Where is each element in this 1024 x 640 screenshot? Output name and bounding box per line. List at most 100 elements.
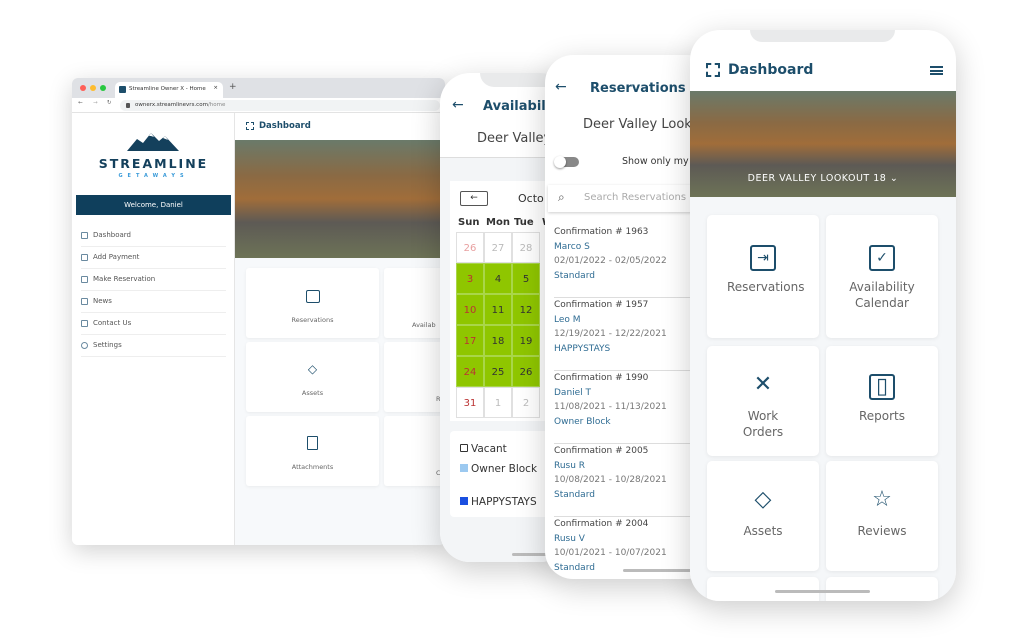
tile-assets[interactable]: ◇ Assets [246, 342, 379, 412]
legend-label: Owner Block [471, 463, 538, 475]
reservation-name: Rusu R [554, 460, 586, 471]
tile-reservations[interactable]: Reservations [246, 268, 379, 338]
reservation-conf: Confirmation # 2005 [554, 446, 649, 456]
tile-label: Availability Calendar [849, 280, 915, 310]
tile-label: Reports [858, 409, 906, 423]
calendar-day[interactable]: 4 [484, 263, 512, 294]
calendar-arrow-icon [305, 290, 320, 303]
close-window-button[interactable] [80, 85, 86, 91]
reservation-type: Standard [554, 562, 595, 573]
tile-label: Reservations [291, 316, 334, 324]
legend-happystays: HAPPYSTAYS [460, 496, 537, 508]
calendar-day[interactable]: 12 [512, 294, 540, 325]
maximize-window-button[interactable] [100, 85, 106, 91]
tile-contact[interactable]: C [384, 416, 445, 486]
nav-label: Dashboard [93, 231, 131, 239]
tile-reports[interactable]: R [384, 342, 445, 412]
calendar-day[interactable]: 26 [456, 232, 484, 263]
diamond-icon: ◇ [754, 487, 772, 512]
reservation-type: Standard [554, 489, 595, 500]
calendar-day[interactable]: 10 [456, 294, 484, 325]
dashboard-phone: Dashboard DEER VALLEY LOOKOUT 18 ⌄ ⇥ Rese… [690, 30, 956, 601]
prev-month-button[interactable]: ← [460, 191, 488, 206]
show-only-mine-toggle[interactable] [554, 156, 579, 168]
reload-icon[interactable]: ↻ [107, 100, 112, 106]
tile-work-orders[interactable]: ✕ Work Orders [707, 346, 819, 456]
tile-reservations[interactable]: ⇥ Reservations [707, 215, 819, 338]
sidebar-item-dashboard[interactable]: Dashboard [81, 225, 226, 247]
lock-icon [126, 103, 130, 108]
tile-attachments[interactable]: Attachments [246, 416, 379, 486]
new-tab-button[interactable]: + [229, 82, 237, 92]
close-tab-icon[interactable]: × [213, 85, 218, 91]
property-name: DEER VALLEY LOOKOUT 18 [747, 173, 887, 184]
sidebar-item-news[interactable]: News [81, 291, 226, 313]
mountain-logo-icon [127, 133, 179, 151]
tile-availability-calendar[interactable]: ✓ Availability Calendar [826, 215, 938, 338]
nav-label: Contact Us [93, 319, 132, 327]
calendar-day[interactable]: 28 [512, 232, 540, 263]
star-icon: ☆ [872, 487, 892, 512]
reservation-conf: Confirmation # 1957 [554, 300, 649, 310]
calendar-check-icon: ✓ [869, 245, 895, 271]
browser-tab[interactable]: Streamline Owner X - Home × [115, 82, 223, 98]
minimize-window-button[interactable] [90, 85, 96, 91]
back-icon[interactable]: ← [78, 100, 83, 106]
nav-label: Add Payment [93, 253, 140, 261]
calendar-day[interactable]: 2 [512, 387, 540, 418]
hamburger-menu-icon[interactable] [930, 66, 943, 75]
reservation-dates: 10/08/2021 - 10/28/2021 [554, 475, 667, 485]
forward-icon[interactable]: → [93, 100, 98, 106]
calendar-day[interactable]: 17 [456, 325, 484, 356]
home-indicator [775, 590, 870, 593]
back-arrow-icon[interactable]: ← [452, 97, 464, 113]
calendar-day[interactable]: 3 [456, 263, 484, 294]
tile-label: Availab [412, 321, 436, 329]
url-input[interactable]: ownerx.streamlinevrs.com/home [120, 100, 440, 111]
tile-assets[interactable]: ◇ Assets [707, 461, 819, 571]
logo-tagline: GETAWAYS [118, 173, 189, 179]
reservation-dates: 11/08/2021 - 11/13/2021 [554, 402, 667, 412]
calendar-day[interactable]: 25 [484, 356, 512, 387]
screen-title: Availabili [483, 99, 551, 114]
property-selector[interactable]: DEER VALLEY LOOKOUT 18 ⌄ [690, 173, 956, 184]
home-indicator [623, 569, 693, 572]
tile-more[interactable] [707, 577, 819, 601]
reservation-list-item[interactable]: Confirmation # 1963 Marco S 02/01/2022 - 0… [554, 225, 694, 298]
tile-reports[interactable]: ▯ Reports [826, 346, 938, 456]
tile-label: Reviews [857, 524, 907, 538]
reservation-list-item[interactable]: Confirmation # 1990 Daniel T 11/08/2021 - … [554, 371, 694, 444]
diamond-icon: ◇ [307, 362, 318, 376]
url-path: /home [207, 102, 226, 108]
calendar-day[interactable]: 31 [456, 387, 484, 418]
calendar-day[interactable]: 27 [484, 232, 512, 263]
sidebar-item-add-payment[interactable]: Add Payment [81, 247, 226, 269]
sidebar-item-make-reservation[interactable]: Make Reservation [81, 269, 226, 291]
property-name: Deer Valley [477, 131, 552, 146]
clipboard-icon: ▯ [869, 374, 895, 400]
sidebar-item-contact-us[interactable]: Contact Us [81, 313, 226, 335]
tile-label: Assets [743, 524, 783, 538]
tile-label: Reservations [727, 280, 805, 294]
tile-availability[interactable]: Availab [384, 268, 445, 338]
back-arrow-icon[interactable]: ← [555, 79, 567, 95]
address-bar: ← → ↻ ownerx.streamlinevrs.com/home [72, 98, 445, 113]
gear-icon [81, 342, 88, 349]
sidebar-item-settings[interactable]: Settings [81, 335, 226, 357]
calendar-day[interactable]: 18 [484, 325, 512, 356]
weekday-header: Sun [458, 217, 480, 228]
search-icon: ⌕ [558, 190, 565, 204]
calendar-day[interactable]: 1 [484, 387, 512, 418]
reservation-name: Leo M [554, 314, 581, 325]
calendar-day[interactable]: 5 [512, 263, 540, 294]
welcome-banner: Welcome, Daniel [76, 195, 231, 215]
calendar-day[interactable]: 24 [456, 356, 484, 387]
tile-reviews[interactable]: ☆ Reviews [826, 461, 938, 571]
calendar-day[interactable]: 26 [512, 356, 540, 387]
calendar-day[interactable]: 11 [484, 294, 512, 325]
tile-more[interactable] [826, 577, 938, 601]
reservation-list-item[interactable]: Confirmation # 2005 Rusu R 10/08/2021 - 10… [554, 444, 694, 517]
reservation-conf: Confirmation # 1990 [554, 373, 649, 383]
calendar-day[interactable]: 19 [512, 325, 540, 356]
reservation-list-item[interactable]: Confirmation # 1957 Leo M 12/19/2021 - 12/… [554, 298, 694, 371]
